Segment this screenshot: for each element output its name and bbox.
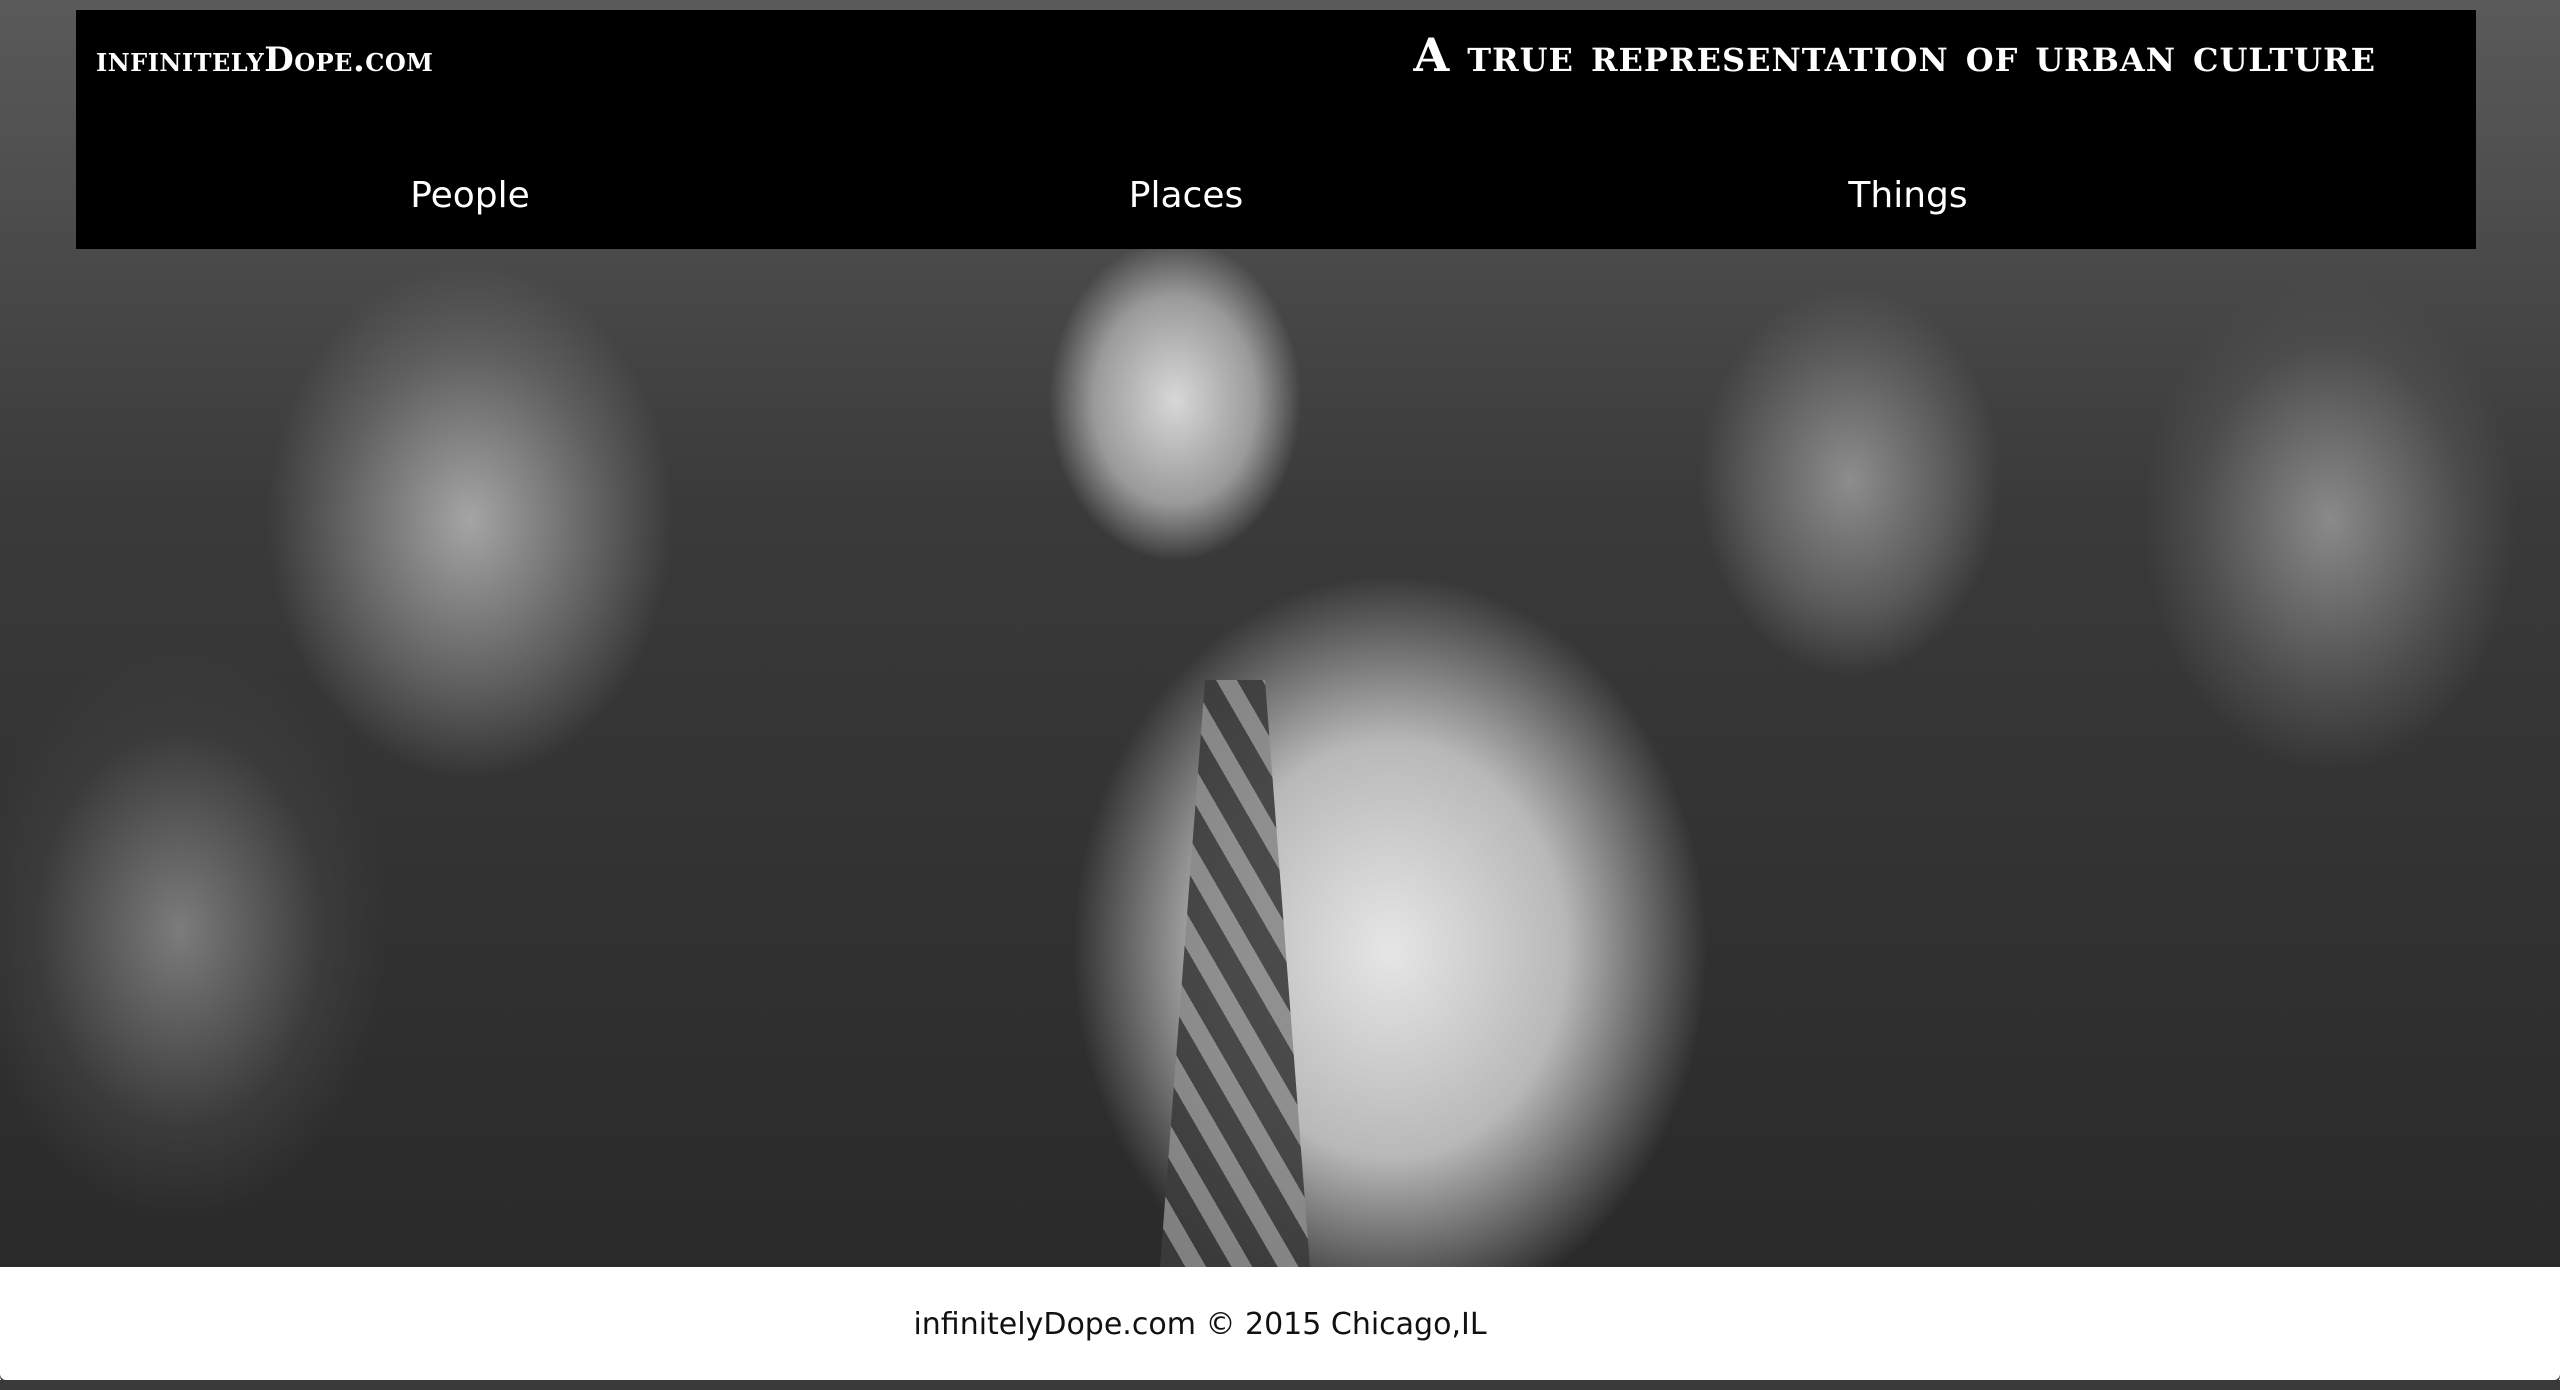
nav-item-people[interactable]: People <box>410 175 530 216</box>
site-header: infinitelyDope.com A true representation… <box>76 10 2476 249</box>
nav-item-places[interactable]: Places <box>1129 175 1243 216</box>
footer-copyright: infinitelyDope.com © 2015 Chicago,IL <box>913 1307 1487 1342</box>
hero-photo-detail <box>1160 680 1310 1267</box>
site-footer: infinitelyDope.com © 2015 Chicago,IL <box>0 1267 2560 1380</box>
main-nav: People Places Things <box>76 175 2476 235</box>
site-title-link[interactable]: infinitelyDope.com <box>96 40 433 80</box>
site-tagline: A true representation of urban culture <box>1413 28 2376 82</box>
nav-item-things[interactable]: Things <box>1848 175 1967 216</box>
bottom-strip <box>0 1380 2560 1390</box>
